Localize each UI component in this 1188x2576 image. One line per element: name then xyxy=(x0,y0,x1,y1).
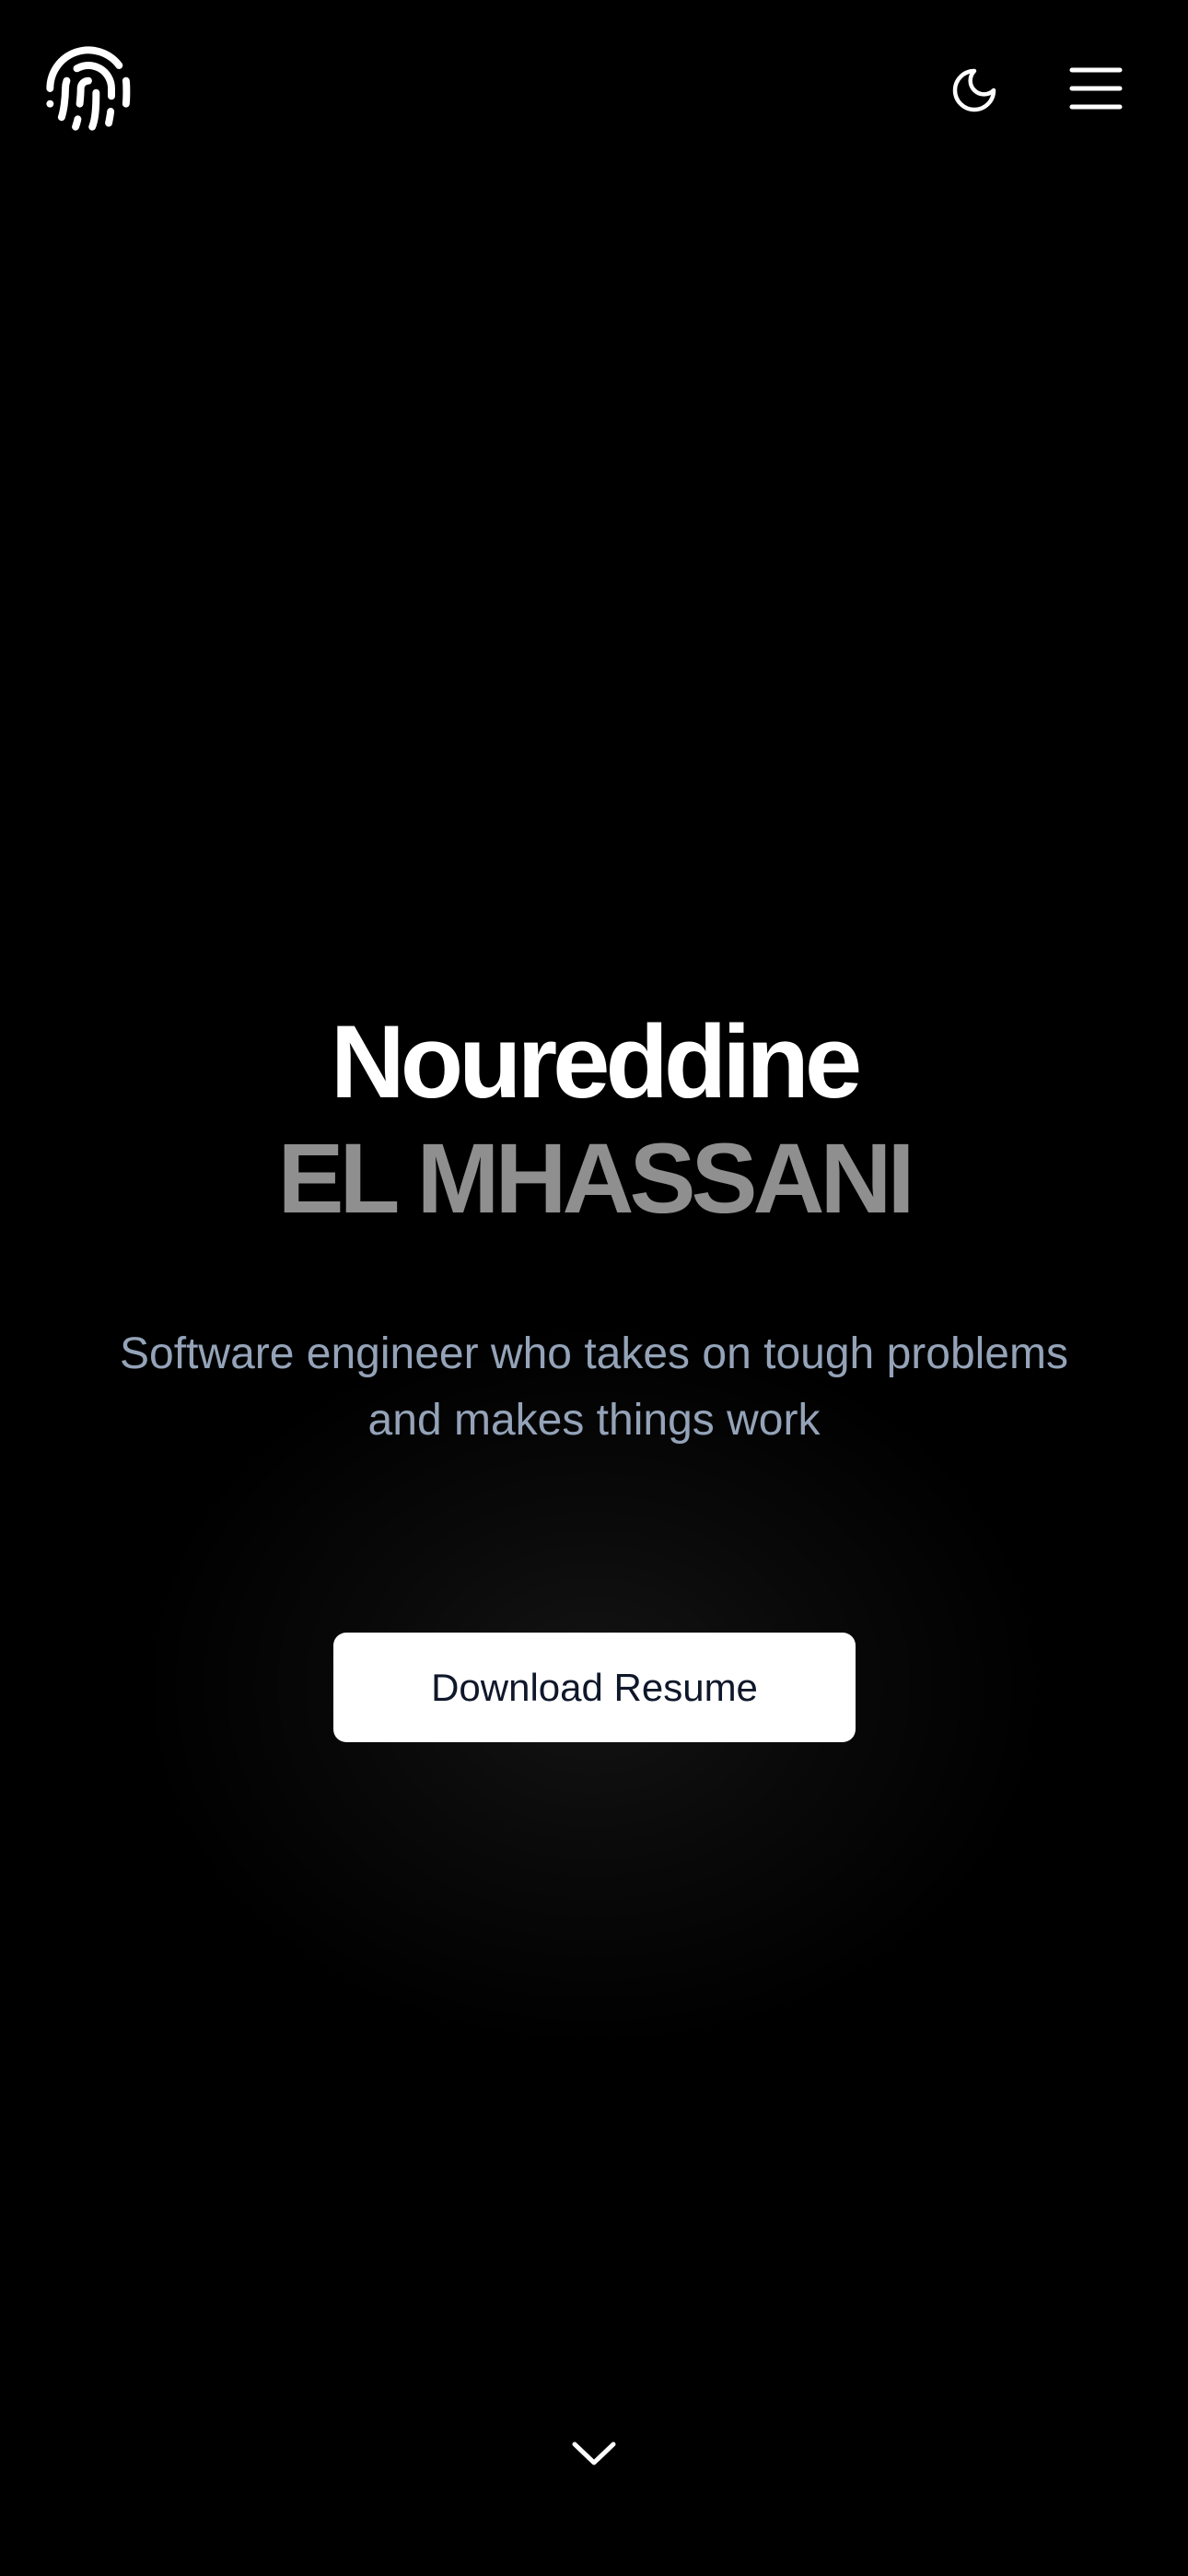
moon-icon xyxy=(949,64,1000,121)
theme-toggle-button[interactable] xyxy=(941,59,1007,125)
hero-name: Noureddine EL MHASSANI xyxy=(0,1004,1188,1236)
first-name: Noureddine xyxy=(330,1004,862,1119)
chevron-down-icon xyxy=(571,2439,617,2473)
tagline: Software engineer who takes on tough pro… xyxy=(64,1321,1124,1454)
fingerprint-icon[interactable] xyxy=(42,42,134,135)
tagline-line-1: Software engineer who takes on tough pro… xyxy=(120,1329,1068,1378)
last-name: EL MHASSANI xyxy=(277,1122,914,1234)
download-resume-button[interactable]: Download Resume xyxy=(333,1633,856,1742)
tagline-line-2: and makes things work xyxy=(367,1396,821,1445)
hamburger-menu-icon xyxy=(1069,65,1123,116)
menu-button[interactable] xyxy=(1063,57,1129,123)
scroll-down-button[interactable] xyxy=(562,2428,626,2483)
